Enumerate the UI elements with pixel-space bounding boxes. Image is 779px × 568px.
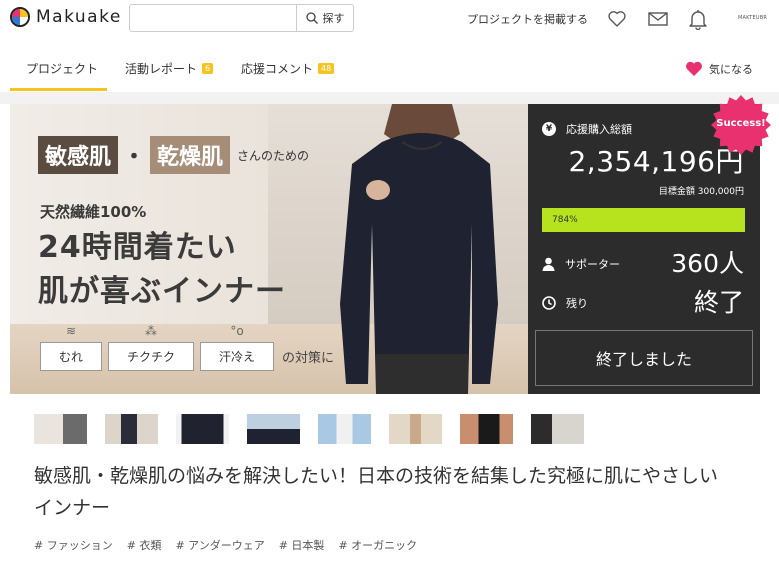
count-badge: 6 xyxy=(202,63,214,74)
divider xyxy=(0,92,779,104)
logo-mark-icon xyxy=(10,7,30,27)
pill-label: 汗冷え xyxy=(219,350,256,364)
thumbnail[interactable] xyxy=(105,414,158,444)
heart-filled-icon xyxy=(686,61,702,76)
project-ended-button[interactable]: 終了しました xyxy=(535,330,753,386)
countermeasure-text: の対策に xyxy=(282,351,335,366)
tab-label: 活動レポート xyxy=(125,62,198,76)
thumbnail[interactable] xyxy=(34,414,87,444)
spark-icon: ⁂ xyxy=(145,324,158,338)
tag-link[interactable]: # 衣類 xyxy=(127,537,162,553)
pill-sweat-chill: °o 汗冷え xyxy=(200,324,275,371)
supporters-row: サポーター xyxy=(542,256,620,272)
steam-icon: ≋ xyxy=(65,324,77,338)
logo-text: Makuake xyxy=(36,7,122,27)
project-main-image[interactable]: 敏感肌 ・ 乾燥肌 さんのための 天然繊維100% 24時間着たい 肌が喜ぶイン… xyxy=(10,104,528,394)
count-badge: 48 xyxy=(318,63,335,74)
hero-caption-top: 敏感肌 ・ 乾燥肌 さんのための xyxy=(38,136,309,174)
bell-icon[interactable] xyxy=(687,8,709,30)
natural-fiber-text: 天然繊維100% xyxy=(40,203,147,221)
remaining-row: 残り xyxy=(542,295,588,311)
person-icon xyxy=(542,257,555,271)
model-photo xyxy=(340,104,498,394)
clock-icon xyxy=(542,296,556,310)
tab-activity-report[interactable]: 活動レポート 6 xyxy=(125,60,214,77)
site-header: Makuake 探す プロジェクトを掲載する MAKTEUBR xyxy=(0,0,779,38)
thumbnail[interactable] xyxy=(318,414,371,444)
project-tabs: プロジェクト 活動レポート 6 応援コメント 48 気になる xyxy=(0,44,779,92)
remaining-value: 終了 xyxy=(693,288,744,317)
heart-icon[interactable] xyxy=(606,8,628,30)
tag-link[interactable]: # ファッション xyxy=(34,537,113,553)
tab-label: 応援コメント xyxy=(241,62,314,76)
headline-line-1: 24時間着たい xyxy=(38,230,237,265)
sensitive-skin-chip: 敏感肌 xyxy=(38,136,119,174)
thumbnail[interactable] xyxy=(247,414,300,444)
pill-label: むれ xyxy=(59,350,84,364)
active-tab-indicator xyxy=(10,88,107,91)
search-button[interactable]: 探す xyxy=(296,5,353,31)
supporters-value: 360人 xyxy=(671,249,744,278)
thumbnail[interactable] xyxy=(460,414,513,444)
progress-bar: 784% xyxy=(542,208,745,232)
supporters-label: サポーター xyxy=(565,258,620,271)
hero-headline: 24時間着たい 肌が喜ぶインナー xyxy=(38,226,286,314)
total-label-row: ¥ 応援購入総額 xyxy=(542,121,632,137)
search-icon xyxy=(305,12,318,24)
search-box: 探す xyxy=(129,4,354,32)
pill-stuffy: ≋ むれ xyxy=(40,324,103,371)
tag-link[interactable]: # アンダーウェア xyxy=(175,537,264,553)
total-label: 応援購入総額 xyxy=(566,123,632,136)
droplet-icon: °o xyxy=(230,324,244,338)
mail-icon[interactable] xyxy=(647,8,669,30)
tag-link[interactable]: # 日本製 xyxy=(279,537,325,553)
favorite-label: 気になる xyxy=(709,63,753,76)
account-menu[interactable]: MAKTEUBR xyxy=(738,15,767,21)
thumbnail[interactable] xyxy=(176,414,229,444)
project-tags: # ファッション # 衣類 # アンダーウェア # 日本製 # オーガニック xyxy=(34,537,431,553)
for-text: さんのための xyxy=(237,148,310,163)
tab-label: プロジェクト xyxy=(26,62,99,76)
tab-project[interactable]: プロジェクト xyxy=(26,60,98,77)
dry-skin-chip: 乾燥肌 xyxy=(150,136,231,174)
makuake-logo[interactable]: Makuake xyxy=(10,7,122,27)
concern-pills: ≋ むれ ⁂ チクチク °o 汗冷え の対策に xyxy=(40,324,335,371)
pill-itchy: ⁂ チクチク xyxy=(108,324,195,371)
headline-line-2: 肌が喜ぶインナー xyxy=(38,274,286,309)
search-input[interactable] xyxy=(130,5,296,31)
goal-amount: 目標金額 300,000円 xyxy=(658,187,744,197)
tag-link[interactable]: # オーガニック xyxy=(338,537,417,553)
thumbnail[interactable] xyxy=(389,414,442,444)
pill-label: チクチク xyxy=(127,350,176,364)
tab-support-comments[interactable]: 応援コメント 48 xyxy=(241,60,335,77)
project-title: 敏感肌・乾燥肌の悩みを解決したい！日本の技術を結集した究極に肌にやさしいインナー xyxy=(34,465,719,519)
progress-label: 784% xyxy=(552,215,578,225)
image-thumbnails xyxy=(34,414,602,444)
progress-fill: 784% xyxy=(542,208,745,232)
thumbnail[interactable] xyxy=(531,414,584,444)
post-project-link[interactable]: プロジェクトを掲載する xyxy=(467,11,588,27)
favorite-button[interactable]: 気になる xyxy=(685,61,753,77)
separator-dot: ・ xyxy=(123,145,146,170)
yen-icon: ¥ xyxy=(542,122,556,136)
remaining-label: 残り xyxy=(566,297,588,310)
success-badge-label: Success! xyxy=(716,118,766,129)
search-button-label: 探す xyxy=(322,12,345,25)
